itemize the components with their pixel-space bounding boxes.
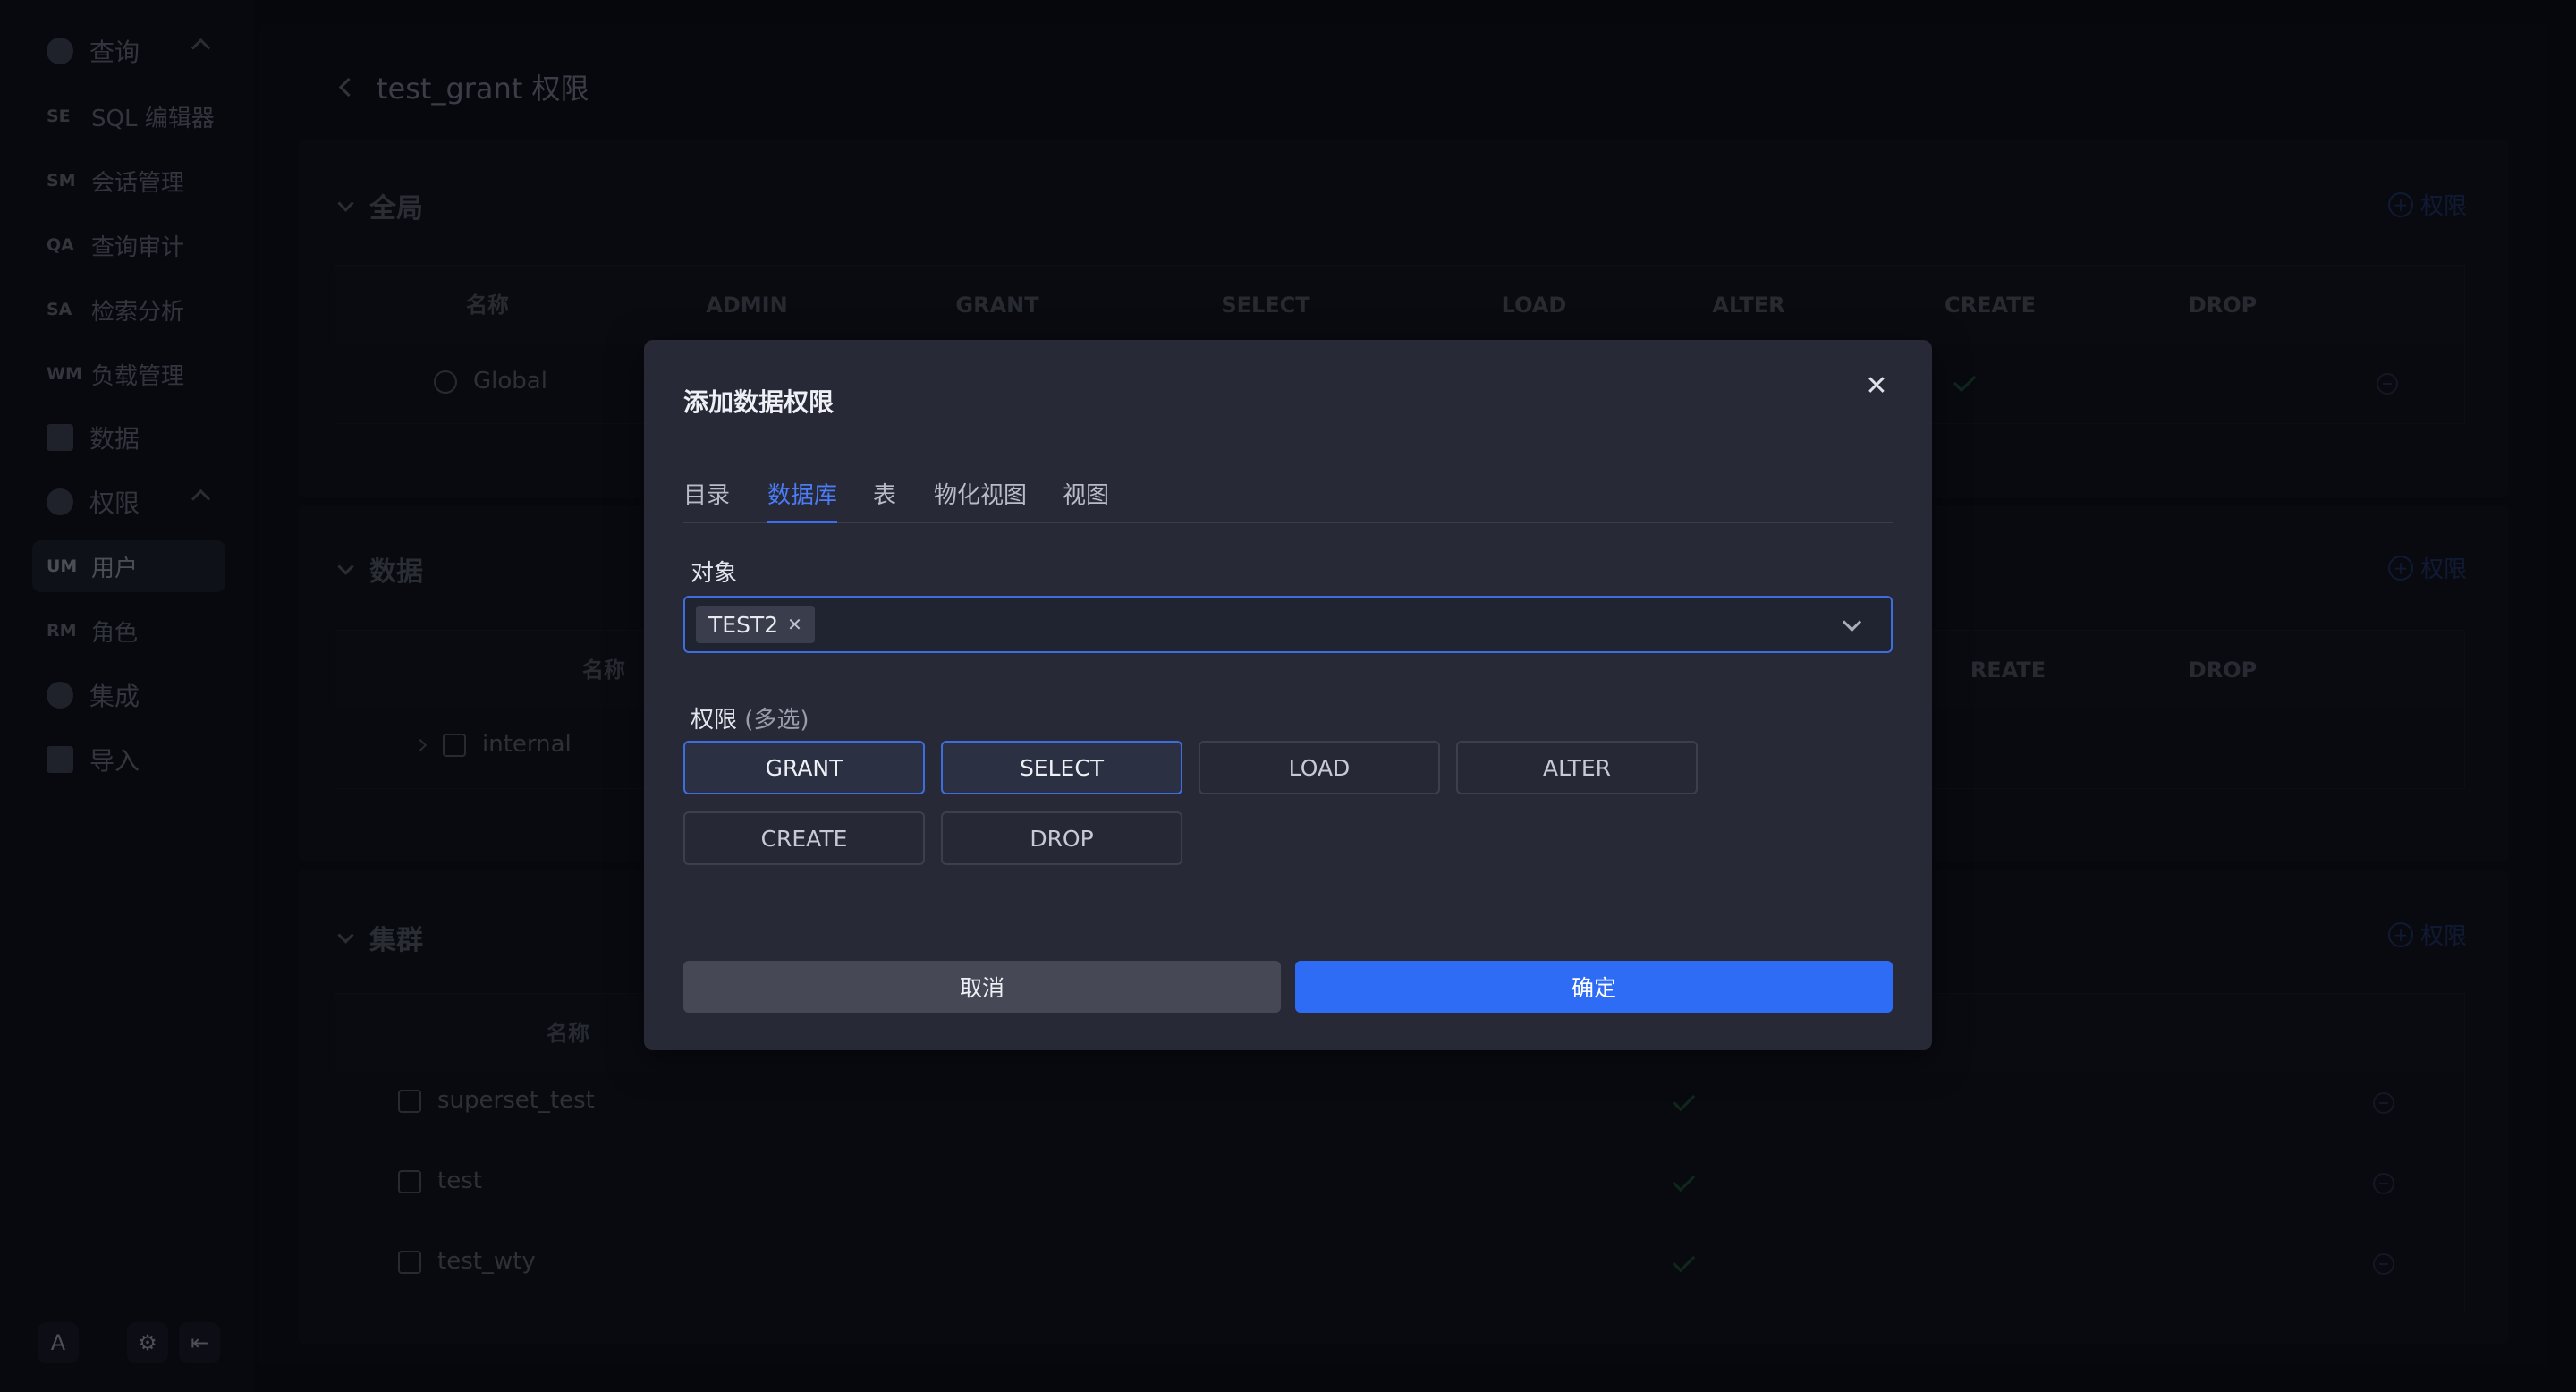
perm-create-button[interactable]: CREATE xyxy=(683,811,925,865)
tab-view[interactable]: 视图 xyxy=(1063,469,1109,522)
confirm-button[interactable]: 确定 xyxy=(1295,961,1893,1013)
add-data-permission-dialog: 添加数据权限 ✕ 目录 数据库 表 物化视图 视图 对象 TEST2 ✕ 权限 … xyxy=(644,340,1932,1050)
remove-tag-icon[interactable]: ✕ xyxy=(787,614,802,635)
object-label: 对象 xyxy=(691,560,738,587)
perm-select-button[interactable]: SELECT xyxy=(941,741,1182,794)
cancel-button[interactable]: 取消 xyxy=(683,961,1281,1013)
app-root: 查询 SE SQL 编辑器 SM 会话管理 QA 查询审计 SA 检索分析 WM… xyxy=(0,0,2576,1392)
tab-database[interactable]: 数据库 xyxy=(767,469,838,523)
dialog-title: 添加数据权限 xyxy=(683,387,835,417)
close-icon[interactable]: ✕ xyxy=(1860,370,1893,403)
permission-label: 权限 (多选) xyxy=(691,701,809,734)
selected-tag: TEST2 ✕ xyxy=(696,606,815,643)
chevron-down-icon[interactable] xyxy=(1842,612,1862,632)
perm-alter-button[interactable]: ALTER xyxy=(1456,741,1698,794)
object-select[interactable]: TEST2 ✕ xyxy=(683,596,1893,653)
tab-materialized-view[interactable]: 物化视图 xyxy=(934,469,1027,522)
permission-label-text: 权限 xyxy=(691,707,738,734)
tab-catalog[interactable]: 目录 xyxy=(683,469,730,522)
tag-label: TEST2 xyxy=(708,611,779,638)
perm-drop-button[interactable]: DROP xyxy=(941,811,1182,865)
perm-grant-button[interactable]: GRANT xyxy=(683,741,925,794)
tab-table[interactable]: 表 xyxy=(873,469,896,522)
permission-hint: (多选) xyxy=(744,707,809,734)
tab-bar: 目录 数据库 表 物化视图 视图 xyxy=(683,469,1893,523)
perm-load-button[interactable]: LOAD xyxy=(1199,741,1440,794)
